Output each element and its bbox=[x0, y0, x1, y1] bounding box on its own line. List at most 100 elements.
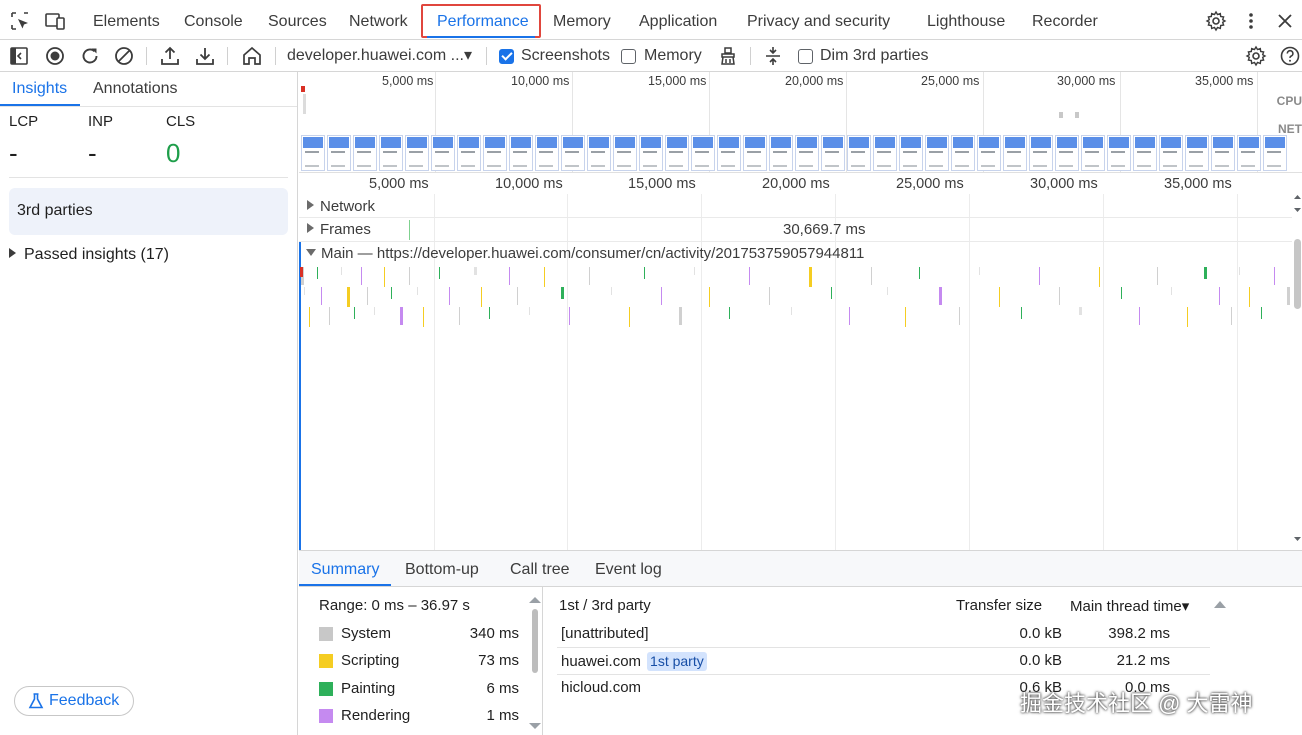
flame-event-bar[interactable] bbox=[569, 307, 570, 325]
tab-insights[interactable]: Insights bbox=[12, 72, 67, 106]
flame-chart[interactable]: Network Frames 30,669.7 ms Main — https:… bbox=[299, 194, 1302, 550]
flame-event-bar[interactable] bbox=[709, 287, 710, 307]
flame-event-bar[interactable] bbox=[729, 307, 730, 319]
target-selector[interactable]: developer.huawei.com ...▾ bbox=[287, 40, 472, 72]
flame-event-bar[interactable] bbox=[529, 307, 530, 315]
flame-event-bar[interactable] bbox=[694, 267, 695, 275]
flame-event-bar[interactable] bbox=[1274, 267, 1275, 285]
flame-event-bar[interactable] bbox=[979, 267, 980, 275]
column-header-transfer-size[interactable]: Transfer size bbox=[956, 597, 1042, 614]
flame-event-bar[interactable] bbox=[423, 307, 424, 327]
tab-recorder[interactable]: Recorder bbox=[1032, 0, 1098, 40]
flame-event-bar[interactable] bbox=[809, 267, 812, 287]
flame-event-bar[interactable] bbox=[1079, 307, 1082, 315]
table-scroll-up-icon[interactable] bbox=[1214, 601, 1226, 608]
flame-event-bar[interactable] bbox=[959, 307, 960, 325]
flame-event-bar[interactable] bbox=[317, 267, 318, 279]
flame-event-bar[interactable] bbox=[1157, 267, 1158, 285]
tab-network[interactable]: Network bbox=[349, 0, 408, 40]
flame-event-bar[interactable] bbox=[1059, 287, 1060, 305]
tab-elements[interactable]: Elements bbox=[93, 0, 160, 40]
tab-application[interactable]: Application bbox=[639, 0, 717, 40]
flame-event-bar[interactable] bbox=[391, 287, 392, 299]
flame-event-bar[interactable] bbox=[439, 267, 440, 279]
close-icon[interactable] bbox=[1274, 10, 1296, 32]
frames-track[interactable]: Frames 30,669.7 ms bbox=[299, 218, 1292, 242]
flame-event-bar[interactable] bbox=[919, 267, 920, 279]
flame-event-bar[interactable] bbox=[321, 287, 322, 305]
main-thread-track[interactable]: Main — https://developer.huawei.com/cons… bbox=[299, 243, 1292, 265]
scroll-up-icon[interactable] bbox=[1293, 194, 1302, 201]
flame-event-bar[interactable] bbox=[309, 307, 310, 327]
scroll-down-icon[interactable] bbox=[1293, 535, 1302, 543]
network-track[interactable]: Network bbox=[299, 196, 1292, 218]
flame-event-bar[interactable] bbox=[629, 307, 630, 327]
flame-event-bar[interactable] bbox=[1171, 287, 1172, 295]
flame-event-bar[interactable] bbox=[329, 307, 330, 325]
capture-settings-icon[interactable] bbox=[1245, 45, 1267, 67]
table-row[interactable]: huawei.com 1st party 0.0 kB 21.2 ms bbox=[557, 648, 1210, 675]
flame-event-bar[interactable] bbox=[749, 267, 750, 285]
flame-event-bar[interactable] bbox=[939, 287, 942, 305]
flame-event-bar[interactable] bbox=[489, 307, 490, 319]
flame-event-bar[interactable] bbox=[400, 307, 403, 325]
flame-event-bar[interactable] bbox=[384, 267, 385, 287]
flame-event-bar[interactable] bbox=[769, 287, 770, 305]
flame-event-bar[interactable] bbox=[1219, 287, 1220, 305]
tab-bottom-up[interactable]: Bottom-up bbox=[405, 551, 479, 589]
flame-event-bar[interactable] bbox=[1231, 307, 1232, 325]
clear-icon[interactable] bbox=[113, 45, 135, 67]
table-row[interactable]: [unattributed] 0.0 kB 398.2 ms bbox=[557, 621, 1210, 648]
tab-annotations[interactable]: Annotations bbox=[93, 72, 178, 106]
summary-scrollbar[interactable] bbox=[532, 609, 538, 729]
help-icon[interactable] bbox=[1279, 45, 1301, 67]
toggle-sidebar-icon[interactable] bbox=[8, 45, 30, 67]
flame-event-bar[interactable] bbox=[831, 287, 832, 299]
settings-icon[interactable] bbox=[1205, 10, 1227, 32]
flame-event-bar[interactable] bbox=[474, 267, 477, 275]
flame-event-bar[interactable] bbox=[1187, 307, 1188, 327]
flame-event-bar[interactable] bbox=[1239, 267, 1240, 275]
flame-scrollbar[interactable] bbox=[1293, 194, 1302, 550]
flame-event-bar[interactable] bbox=[849, 307, 850, 325]
flame-event-bar[interactable] bbox=[374, 307, 375, 315]
flame-event-bar[interactable] bbox=[517, 287, 518, 305]
scroll-up-icon[interactable] bbox=[529, 597, 541, 603]
tab-event-log[interactable]: Event log bbox=[595, 551, 662, 589]
flame-event-bar[interactable] bbox=[417, 287, 418, 295]
flame-event-bar[interactable] bbox=[644, 267, 645, 279]
flame-event-bar[interactable] bbox=[1204, 267, 1207, 279]
flame-event-bar[interactable] bbox=[1261, 307, 1262, 319]
flame-event-bar[interactable] bbox=[887, 287, 888, 295]
flame-event-bar[interactable] bbox=[481, 287, 482, 307]
timeline-overview[interactable]: 5,000 ms 10,000 ms 15,000 ms 20,000 ms 2… bbox=[299, 72, 1302, 172]
record-icon[interactable] bbox=[44, 45, 66, 67]
flame-event-bar[interactable] bbox=[611, 287, 612, 295]
garbage-collect-icon[interactable] bbox=[717, 45, 739, 67]
screenshots-checkbox[interactable] bbox=[499, 49, 514, 64]
flame-event-bar[interactable] bbox=[361, 267, 362, 285]
flame-event-bar[interactable] bbox=[1287, 287, 1290, 305]
tab-memory[interactable]: Memory bbox=[553, 0, 611, 40]
home-icon[interactable] bbox=[241, 45, 263, 67]
long-task-marker[interactable] bbox=[300, 267, 303, 277]
flame-event-bar[interactable] bbox=[544, 267, 545, 287]
flame-event-bar[interactable] bbox=[354, 307, 355, 319]
column-header-main-thread-time[interactable]: Main thread time▾ bbox=[1070, 597, 1189, 615]
flame-event-bar[interactable] bbox=[509, 267, 510, 285]
flame-event-bar[interactable] bbox=[304, 287, 305, 295]
tab-call-tree[interactable]: Call tree bbox=[510, 551, 570, 589]
flame-event-bar[interactable] bbox=[1249, 287, 1250, 307]
flame-event-bar[interactable] bbox=[1021, 307, 1022, 319]
more-options-icon[interactable] bbox=[1240, 10, 1262, 32]
memory-checkbox[interactable] bbox=[621, 49, 636, 64]
flame-event-bar[interactable] bbox=[347, 287, 350, 307]
reload-record-icon[interactable] bbox=[79, 45, 101, 67]
flame-event-bar[interactable] bbox=[999, 287, 1000, 307]
flame-event-bar[interactable] bbox=[791, 307, 792, 315]
flame-event-bar[interactable] bbox=[871, 267, 872, 285]
flame-event-bar[interactable] bbox=[1139, 307, 1140, 325]
scrollbar-thumb[interactable] bbox=[1294, 239, 1301, 309]
feedback-button[interactable]: Feedback bbox=[14, 686, 134, 716]
insight-card-3rd-parties[interactable]: 3rd parties bbox=[9, 188, 288, 235]
